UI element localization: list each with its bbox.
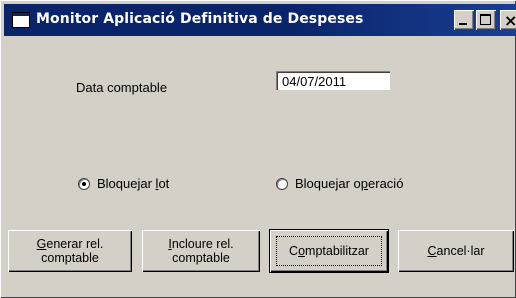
date-label: Data comptable: [76, 80, 168, 95]
maximize-icon: [480, 14, 491, 25]
date-field[interactable]: [276, 71, 390, 90]
generar-rel-comptable-button[interactable]: Generar rel. comptable: [8, 230, 132, 272]
button-label: Generar rel. comptable: [37, 237, 104, 265]
comptabilitzar-button[interactable]: Comptabilitzar: [270, 230, 388, 272]
label-rest: ncloure rel. comptable: [171, 237, 234, 265]
button-label: Incloure rel. comptable: [168, 237, 233, 265]
label-suffix: eració: [368, 176, 404, 191]
radio-unchecked-icon[interactable]: [276, 177, 288, 190]
label-rest: enerar rel. comptable: [41, 237, 104, 265]
minimize-button[interactable]: [454, 10, 474, 30]
app-window-icon[interactable]: [12, 12, 30, 28]
maximize-button[interactable]: [476, 10, 496, 30]
title-bar[interactable]: Monitor Aplicació Definitiva de Despeses…: [4, 4, 516, 36]
label-suffix: ot: [158, 176, 170, 191]
close-icon: ×: [504, 11, 516, 30]
button-label: Cancel·lar: [428, 244, 485, 258]
label-prefix: Bloquejar o: [295, 176, 361, 191]
close-button[interactable]: ×: [500, 10, 516, 30]
incloure-rel-comptable-button[interactable]: Incloure rel. comptable: [142, 230, 260, 272]
label-prefix: C: [289, 244, 299, 258]
label-accelerator: G: [36, 237, 47, 251]
minimize-icon: [459, 23, 467, 25]
label-rest: mptabilitzar: [305, 244, 369, 258]
window-title: Monitor Aplicació Definitiva de Despeses: [36, 11, 364, 27]
button-label: Comptabilitzar: [289, 244, 369, 258]
radio-bloquejar-lot-label: Bloquejar lot: [97, 176, 169, 191]
dialog-body: Data comptable Bloquejar lot Bloquejar o…: [4, 36, 516, 298]
label-accelerator: C: [427, 244, 437, 258]
radio-bloquejar-lot[interactable]: Bloquejar lot: [78, 176, 169, 191]
label-rest: ancel·lar: [436, 244, 485, 258]
label-accelerator: o: [298, 244, 306, 258]
label-accelerator: p: [360, 176, 369, 191]
radio-bloquejar-operacio-label: Bloquejar operació: [295, 176, 403, 191]
cancel-button[interactable]: Cancel·lar: [398, 230, 514, 272]
label-prefix: Bloquejar: [97, 176, 156, 191]
main-window: Monitor Aplicació Definitiva de Despeses…: [0, 0, 516, 298]
radio-bloquejar-operacio[interactable]: Bloquejar operació: [276, 176, 403, 191]
radio-checked-icon[interactable]: [78, 177, 90, 190]
